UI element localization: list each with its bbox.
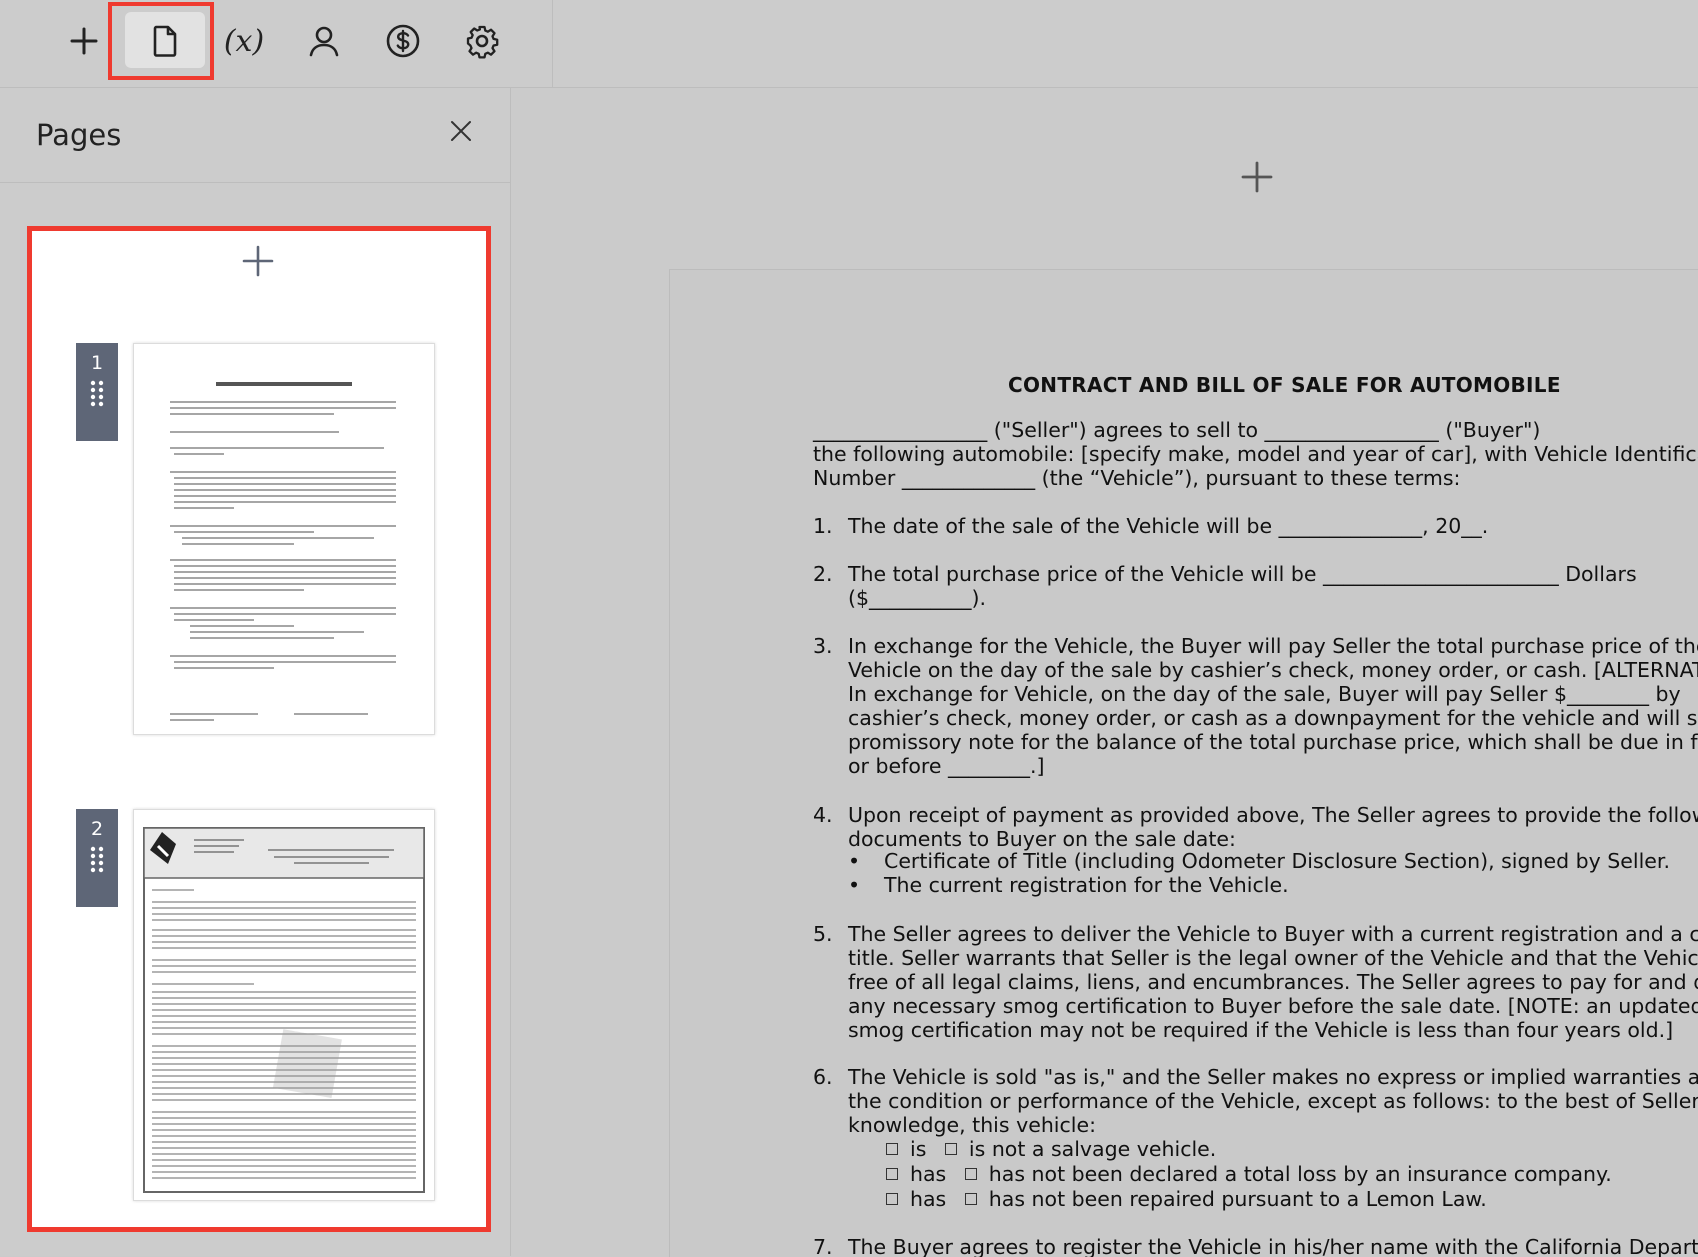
toolbar-divider bbox=[552, 0, 553, 87]
page-1-preview bbox=[170, 382, 396, 721]
item-line: In exchange for the Vehicle, the Buyer w… bbox=[848, 634, 1698, 658]
plus-icon bbox=[1241, 161, 1273, 193]
page-number: 1 bbox=[90, 352, 104, 374]
item-number: 6. bbox=[813, 1065, 833, 1089]
item-line: cashier’s check, money order, or cash as… bbox=[848, 706, 1698, 730]
svg-text:◆: ◆ bbox=[238, 987, 392, 1130]
checkbox[interactable] bbox=[964, 1193, 977, 1205]
item-line: The Vehicle is sold "as is," and the Sel… bbox=[848, 1065, 1698, 1089]
checkbox-label: has not been declared a total loss by an… bbox=[988, 1162, 1612, 1186]
item-line: Vehicle on the day of the sale by cashie… bbox=[848, 658, 1698, 682]
checkbox[interactable] bbox=[944, 1143, 957, 1155]
item-line: the condition or performance of the Vehi… bbox=[848, 1089, 1698, 1113]
item-line: any necessary smog certification to Buye… bbox=[848, 994, 1698, 1018]
bullet-text: Certificate of Title (including Odometer… bbox=[884, 849, 1670, 873]
page-2-preview: ◆ bbox=[143, 827, 425, 1193]
item-line: In exchange for Vehicle, on the day of t… bbox=[848, 682, 1681, 706]
document-page[interactable]: CONTRACT AND BILL OF SALE FOR AUTOMOBILE… bbox=[669, 269, 1698, 1257]
item-line: The total purchase price of the Vehicle … bbox=[848, 562, 1637, 586]
intro-line: Number _____________ (the “Vehicle”), pu… bbox=[813, 466, 1461, 490]
page-2-handle[interactable]: 2 bbox=[76, 809, 118, 907]
close-sidebar-button[interactable] bbox=[444, 114, 478, 148]
checkbox[interactable] bbox=[886, 1193, 898, 1205]
item-number: 5. bbox=[813, 922, 833, 946]
user-icon bbox=[309, 26, 339, 57]
item-line: ($__________). bbox=[848, 586, 987, 610]
document-title: CONTRACT AND BILL OF SALE FOR AUTOMOBILE bbox=[1008, 373, 1561, 397]
checkbox-row: has has not been declared a total loss b… bbox=[886, 1162, 1612, 1186]
pages-button-highlight bbox=[108, 2, 214, 80]
plus-icon bbox=[70, 27, 98, 55]
sidebar-title: Pages bbox=[36, 118, 122, 152]
variables-button[interactable]: (x) bbox=[213, 10, 275, 72]
item-line: free of all legal claims, liens, and enc… bbox=[848, 970, 1698, 994]
sidebar-header: Pages bbox=[0, 88, 510, 183]
dollar-circle-icon bbox=[386, 24, 420, 58]
checkbox[interactable] bbox=[886, 1168, 898, 1180]
intro-line: _________________ ("Seller") agrees to s… bbox=[813, 418, 1541, 442]
page-2-thumbnail[interactable]: ◆ bbox=[133, 809, 435, 1201]
item-number: 1. bbox=[813, 514, 833, 538]
bullet-glyph: • bbox=[848, 873, 861, 897]
item-number: 4. bbox=[813, 803, 833, 827]
item-line: smog certification may not be required i… bbox=[848, 1018, 1674, 1042]
settings-button[interactable] bbox=[451, 10, 513, 72]
item-line: The Seller agrees to deliver the Vehicle… bbox=[848, 922, 1698, 946]
item-line: The Buyer agrees to register the Vehicle… bbox=[848, 1235, 1698, 1257]
bullet-text: The current registration for the Vehicle… bbox=[884, 873, 1289, 897]
page-1-handle[interactable]: 1 bbox=[76, 343, 118, 441]
close-icon bbox=[451, 121, 471, 141]
item-line: documents to Buyer on the sale date: bbox=[848, 827, 1236, 851]
item-line: knowledge, this vehicle: bbox=[848, 1113, 1096, 1137]
checkbox-label: has bbox=[910, 1162, 947, 1186]
intro-line: the following automobile: [specify make,… bbox=[813, 442, 1698, 466]
page-1-thumbnail[interactable] bbox=[133, 343, 435, 735]
item-number: 3. bbox=[813, 634, 833, 658]
item-line: The date of the sale of the Vehicle will… bbox=[848, 514, 1489, 538]
plus-icon bbox=[242, 245, 274, 277]
pricing-button[interactable] bbox=[372, 10, 434, 72]
gear-icon bbox=[466, 25, 499, 59]
add-page-main-button[interactable] bbox=[1234, 154, 1280, 200]
page-number: 2 bbox=[90, 818, 104, 840]
top-toolbar: (x) bbox=[0, 0, 1698, 88]
checkbox[interactable] bbox=[886, 1143, 898, 1155]
drag-handle-icon bbox=[90, 380, 104, 407]
item-line: Upon receipt of payment as provided abov… bbox=[848, 803, 1698, 827]
checkbox[interactable] bbox=[964, 1168, 977, 1180]
checkbox-label: has not been repaired pursuant to a Lemo… bbox=[988, 1187, 1487, 1211]
recipients-button[interactable] bbox=[293, 10, 355, 72]
item-line: promissory note for the balance of the t… bbox=[848, 730, 1698, 754]
variable-icon: (x) bbox=[223, 23, 265, 59]
checkbox-label: has bbox=[910, 1187, 947, 1211]
checkbox-label: is bbox=[910, 1137, 927, 1161]
bullet-glyph: • bbox=[848, 849, 861, 873]
add-page-button[interactable] bbox=[236, 239, 280, 283]
checkbox-label: is not a salvage vehicle. bbox=[968, 1137, 1217, 1161]
item-number: 2. bbox=[813, 562, 833, 586]
checkbox-row: has has not been repaired pursuant to a … bbox=[886, 1187, 1487, 1211]
item-number: 7. bbox=[813, 1235, 833, 1257]
item-line: or before ________.] bbox=[848, 754, 1045, 778]
pages-list: 1 2 ◆ bbox=[27, 226, 491, 1232]
drag-handle-icon bbox=[90, 846, 104, 873]
add-button[interactable] bbox=[53, 10, 115, 72]
item-line: title. Seller warrants that Seller is th… bbox=[848, 946, 1698, 970]
checkbox-row: is is not a salvage vehicle. bbox=[886, 1137, 1216, 1161]
